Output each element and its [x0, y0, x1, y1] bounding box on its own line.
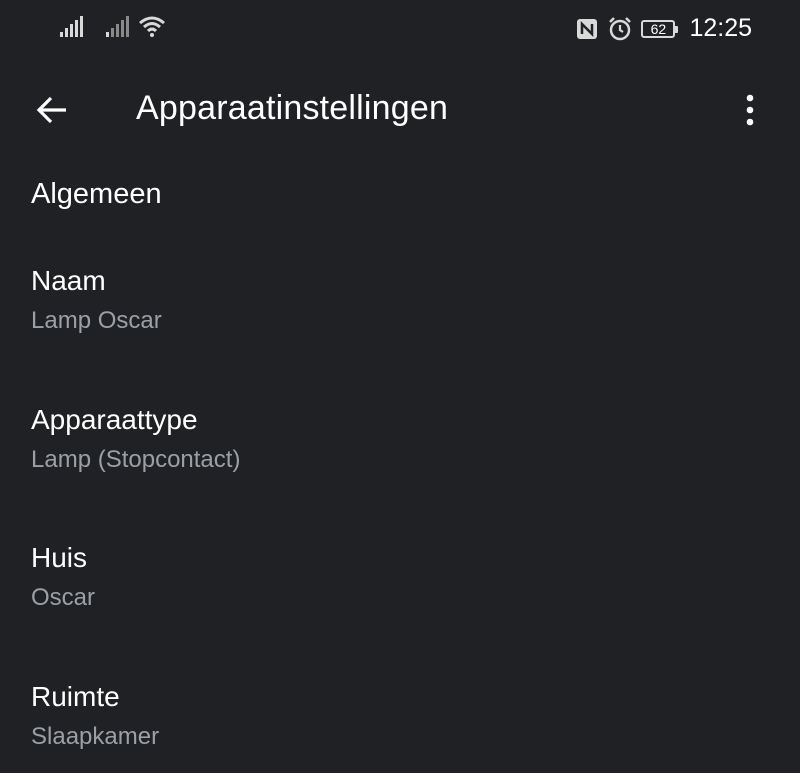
setting-label: Naam: [31, 265, 106, 296]
status-bar: 62 12:25: [0, 0, 800, 56]
more-options-button[interactable]: [730, 88, 770, 132]
status-bar-right: 62 12:25: [575, 14, 752, 43]
status-time: 12:25: [689, 14, 752, 42]
arrow-back-icon: [36, 96, 66, 124]
setting-name[interactable]: Naam Lamp Oscar: [0, 265, 800, 375]
back-button[interactable]: [28, 88, 76, 132]
nfc-icon: [577, 18, 598, 39]
wifi-icon: [139, 16, 165, 37]
setting-value: Lamp (Stopcontact): [31, 446, 241, 473]
signal-wifi-group: [106, 14, 166, 38]
app-bar: Apparaatinstellingen: [0, 70, 800, 150]
setting-value: Oscar: [31, 584, 96, 611]
status-bar-left: [60, 14, 166, 38]
section-header-general: Algemeen: [31, 178, 162, 210]
battery-level: 62: [650, 20, 667, 37]
alarm-icon: [609, 16, 632, 40]
setting-value: Lamp Oscar: [31, 307, 162, 334]
more-vert-icon: [746, 94, 754, 126]
signal-icon: [60, 16, 83, 37]
setting-label: Ruimte: [31, 681, 120, 712]
setting-label: Apparaattype: [31, 404, 198, 435]
setting-value: Slaapkamer: [31, 723, 160, 750]
setting-device-type[interactable]: Apparaattype Lamp (Stopcontact): [0, 404, 800, 514]
setting-label: Huis: [31, 542, 88, 573]
setting-home[interactable]: Huis Oscar: [0, 542, 800, 652]
battery-icon: 62: [641, 19, 679, 38]
setting-room[interactable]: Ruimte Slaapkamer: [0, 681, 800, 773]
screen: 62 12:25 Apparaatinstellingen Algemeen N…: [0, 0, 800, 773]
page-title: Apparaatinstellingen: [136, 89, 449, 127]
signal-icon: [106, 16, 129, 37]
